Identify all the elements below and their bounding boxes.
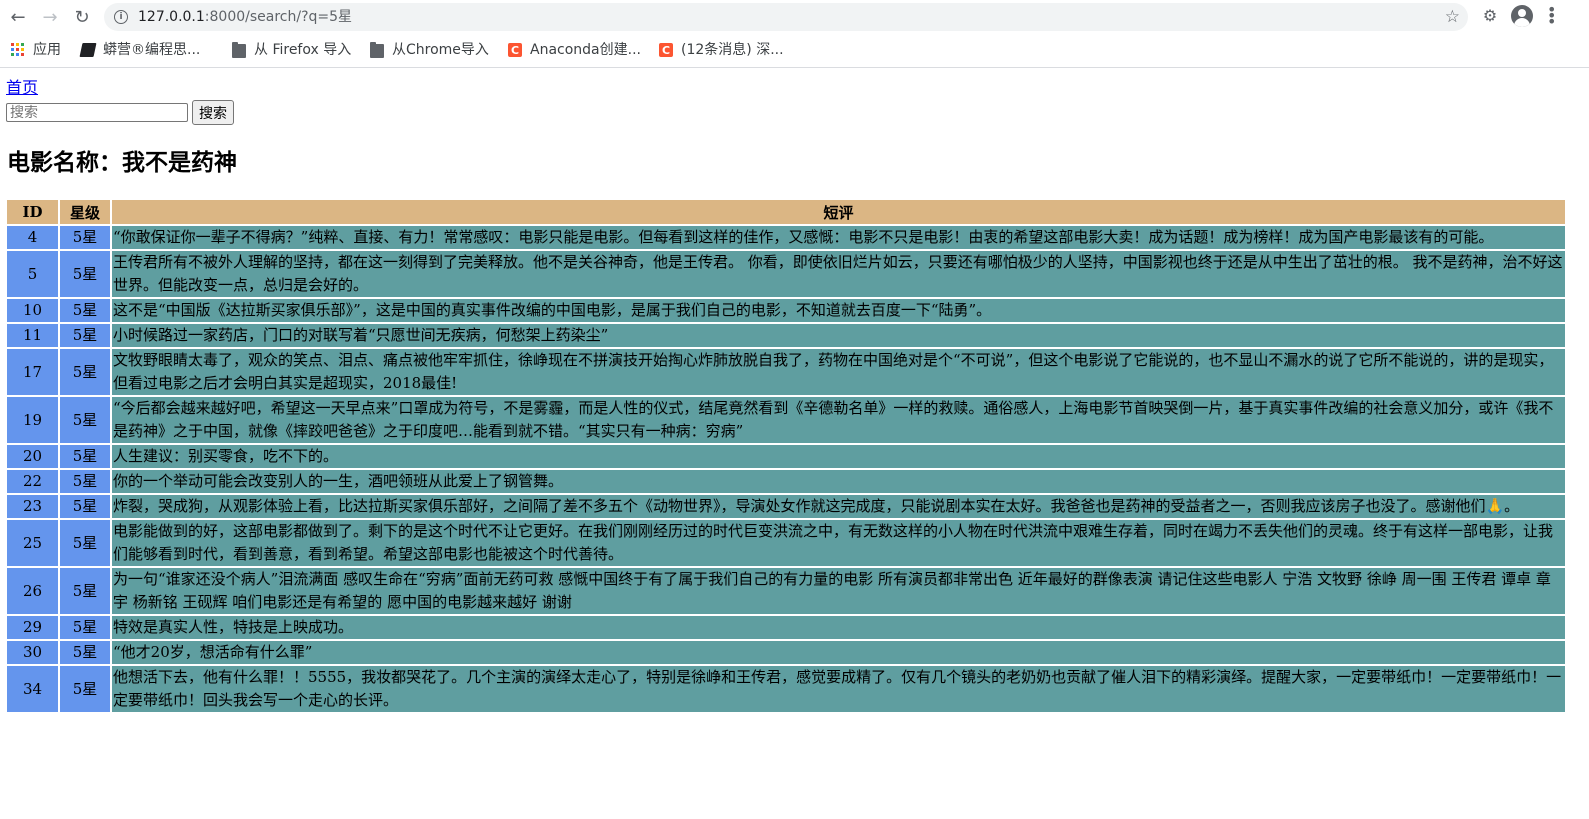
table-row: 23 5星 炸裂，哭成狗，从观影体验上看，比达拉斯买家俱乐部好，之间隔了差不多五个《… — [7, 495, 1565, 518]
url-text[interactable]: 127.0.0.1:8000/search/?q=5星 — [138, 3, 352, 31]
extensions-puzzle-icon[interactable]: ⚙ — [1481, 7, 1499, 25]
review-comment-cell: 电影能做到的好，这部电影都做到了。剩下的是这个时代不让它更好。在我们刚刚经历过的… — [112, 520, 1565, 566]
review-comment-cell: 王传君所有不被外人理解的坚持，都在这一刻得到了完美释放。他不是关谷神奇，他是王传… — [112, 251, 1565, 297]
review-id-cell: 22 — [7, 470, 58, 493]
review-comment-cell: 人生建议：别买零食，吃不下的。 — [112, 445, 1565, 468]
review-id-cell: 23 — [7, 495, 58, 518]
bookmark-apps[interactable]: 应用 — [11, 40, 61, 60]
site-info-icon[interactable]: i — [114, 10, 128, 24]
bookmark-messages[interactable]: C (12条消息) 深... — [659, 40, 784, 60]
review-id-cell: 10 — [7, 299, 58, 322]
review-comment-cell: 特效是真实人性，特技是上映成功。 — [112, 616, 1565, 639]
page-title: 电影名称：我不是药神 — [7, 150, 237, 176]
review-stars-cell: 5星 — [60, 495, 110, 518]
review-comment-cell: “你敢保证你一辈子不得病？”纯粹、直接、有力！常常感叹：电影只能是电影。但每看到… — [112, 226, 1565, 249]
review-stars-cell: 5星 — [60, 445, 110, 468]
reload-icon[interactable]: ↻ — [70, 5, 94, 29]
review-comment-cell: 为一句“谁家还没个病人”泪流满面 感叹生命在“穷病”面前无药可救 感慨中国终于有… — [112, 568, 1565, 614]
table-row: 11 5星 小时候路过一家药店，门口的对联写着“只愿世间无疾病，何愁架上药染尘” — [7, 324, 1565, 347]
review-stars-cell: 5星 — [60, 226, 110, 249]
table-row: 29 5星 特效是真实人性，特技是上映成功。 — [7, 616, 1565, 639]
review-id-cell: 5 — [7, 251, 58, 297]
review-stars-cell: 5星 — [60, 641, 110, 664]
table-row: 10 5星 这不是“中国版《达拉斯买家俱乐部》”，这是中国的真实事件改编的中国电影，… — [7, 299, 1565, 322]
column-header-id: ID — [7, 200, 58, 224]
review-comment-cell: 小时候路过一家药店，门口的对联写着“只愿世间无疾病，何愁架上药染尘” — [112, 324, 1565, 347]
review-id-cell: 25 — [7, 520, 58, 566]
review-stars-cell: 5星 — [60, 299, 110, 322]
column-header-comment: 短评 — [112, 200, 1565, 224]
search-button[interactable]: 搜索 — [192, 100, 234, 125]
home-link[interactable]: 首页 — [6, 79, 38, 97]
bookmark-anaconda[interactable]: C Anaconda创建... — [508, 40, 641, 60]
more-menu-icon[interactable]: • • • — [1547, 2, 1556, 30]
search-input[interactable] — [6, 103, 188, 122]
review-stars-cell: 5星 — [60, 324, 110, 347]
review-id-cell: 17 — [7, 349, 58, 395]
review-id-cell: 30 — [7, 641, 58, 664]
review-comment-cell: 这不是“中国版《达拉斯买家俱乐部》”，这是中国的真实事件改编的中国电影，是属于我… — [112, 299, 1565, 322]
column-header-stars: 星级 — [60, 200, 110, 224]
review-stars-cell: 5星 — [60, 349, 110, 395]
review-comment-cell: 文牧野眼睛太毒了，观众的笑点、泪点、痛点被他牢牢抓住，徐峥现在不拼演技开始掏心炸… — [112, 349, 1565, 395]
table-row: 17 5星 文牧野眼睛太毒了，观众的笑点、泪点、痛点被他牢牢抓住，徐峥现在不拼演技开… — [7, 349, 1565, 395]
table-row: 4 5星 “你敢保证你一辈子不得病？”纯粹、直接、有力！常常感叹：电影只能是电影。但… — [7, 226, 1565, 249]
browser-toolbar: ← → ↻ i 127.0.0.1:8000/search/?q=5星 ☆ ⚙ … — [0, 0, 1589, 34]
review-id-cell: 19 — [7, 397, 58, 443]
review-stars-cell: 5星 — [60, 251, 110, 297]
bookmark-label: 应用 — [33, 42, 61, 58]
review-stars-cell: 5星 — [60, 568, 110, 614]
review-comment-cell: 炸裂，哭成狗，从观影体验上看，比达拉斯买家俱乐部好，之间隔了差不多五个《动物世界… — [112, 495, 1565, 518]
table-body: 4 5星 “你敢保证你一辈子不得病？”纯粹、直接、有力！常常感叹：电影只能是电影。但… — [7, 226, 1565, 712]
review-id-cell: 11 — [7, 324, 58, 347]
bookmark-label: 从Chrome导入 — [392, 42, 489, 58]
bookmarks-bar: 应用 蟒营®编程思... 从 Firefox 导入 从Chrome导入 C An… — [0, 34, 1589, 68]
bookmark-label: 从 Firefox 导入 — [254, 42, 352, 58]
review-id-cell: 29 — [7, 616, 58, 639]
bookmark-folder-firefox[interactable]: 从 Firefox 导入 — [232, 40, 351, 60]
bookmark-star-icon[interactable]: ☆ — [1445, 3, 1460, 31]
table-row: 19 5星 “今后都会越来越好吧，希望这一天早点来”口罩成为符号，不是雾霾，而是人性… — [7, 397, 1565, 443]
bookmark-folder-chrome[interactable]: 从Chrome导入 — [370, 40, 489, 60]
review-id-cell: 26 — [7, 568, 58, 614]
csdn-icon: C — [659, 43, 673, 57]
table-row: 5 5星 王传君所有不被外人理解的坚持，都在这一刻得到了完美释放。他不是关谷神奇，他… — [7, 251, 1565, 297]
forward-arrow-icon[interactable]: → — [38, 5, 62, 29]
table-row: 25 5星 电影能做到的好，这部电影都做到了。剩下的是这个时代不让它更好。在我们刚刚… — [7, 520, 1565, 566]
review-stars-cell: 5星 — [60, 520, 110, 566]
review-stars-cell: 5星 — [60, 397, 110, 443]
review-comment-cell: “今后都会越来越好吧，希望这一天早点来”口罩成为符号，不是雾霾，而是人性的仪式，… — [112, 397, 1565, 443]
review-stars-cell: 5星 — [60, 470, 110, 493]
review-id-cell: 34 — [7, 666, 58, 712]
folder-icon — [232, 42, 246, 58]
profile-avatar-icon[interactable] — [1511, 5, 1533, 27]
table-row: 30 5星 “他才20岁，想活命有什么罪” — [7, 641, 1565, 664]
page-content: 首页 搜索 电影名称：我不是药神 ID 星级 短评 45星“你敢保证你一辈子不得… — [0, 68, 1589, 819]
apps-icon — [11, 43, 25, 57]
table-row: 22 5星 你的一个举动可能会改变别人的一生，酒吧领班从此爱上了钢管舞。 — [7, 470, 1565, 493]
review-comment-cell: “他才20岁，想活命有什么罪” — [112, 641, 1565, 664]
table-row: 34 5星 他想活下去，他有什么罪！！5555，我妆都哭花了。几个主演的演绎太走心了… — [7, 666, 1565, 712]
review-id-cell: 4 — [7, 226, 58, 249]
review-stars-cell: 5星 — [60, 616, 110, 639]
table-row: 20 5星 人生建议：别买零食，吃不下的。 — [7, 445, 1565, 468]
review-comment-cell: 你的一个举动可能会改变别人的一生，酒吧领班从此爱上了钢管舞。 — [112, 470, 1565, 493]
review-stars-cell: 5星 — [60, 666, 110, 712]
address-bar[interactable]: i 127.0.0.1:8000/search/?q=5星 ☆ — [104, 3, 1468, 31]
table-header-row: ID 星级 短评 — [7, 200, 1565, 224]
table-row: 26 5星 为一句“谁家还没个病人”泪流满面 感叹生命在“穷病”面前无药可救 感慨中… — [7, 568, 1565, 614]
bookmark-mangying[interactable]: 蟒营®编程思... — [79, 40, 201, 60]
back-arrow-icon[interactable]: ← — [6, 5, 30, 29]
reviews-table: ID 星级 短评 4 5星 “你敢保证你一辈子不得病？”纯粹、直接、有力！常常感叹：… — [5, 198, 1567, 714]
csdn-icon: C — [508, 43, 522, 57]
bookmark-label: (12条消息) 深... — [681, 42, 784, 58]
folder-icon — [370, 42, 384, 58]
bookmark-icon — [79, 43, 97, 57]
review-comment-cell: 他想活下去，他有什么罪！！5555，我妆都哭花了。几个主演的演绎太走心了，特别是… — [112, 666, 1565, 712]
bookmark-label: Anaconda创建... — [530, 42, 641, 58]
bookmark-label: 蟒营®编程思... — [103, 42, 201, 58]
review-id-cell: 20 — [7, 445, 58, 468]
